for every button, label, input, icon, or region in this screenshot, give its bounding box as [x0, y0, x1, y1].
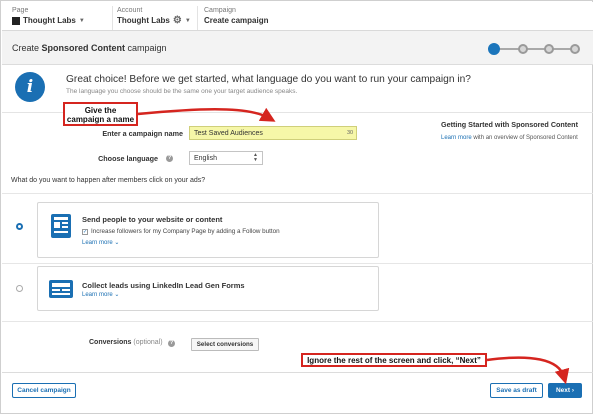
cancel-campaign-button[interactable]: Cancel campaign: [12, 383, 76, 398]
progress-step-1: [488, 43, 500, 55]
breadcrumb-campaign: Campaign Create campaign: [197, 6, 277, 30]
follow-checkbox-label: Increase followers for my Company Page b…: [91, 228, 280, 235]
sidebar-learn-more-link[interactable]: Learn more: [441, 135, 472, 141]
website-icon: [51, 214, 71, 238]
chevron-down-icon: ▼: [78, 18, 85, 24]
campaign-name-label: Enter a campaign name: [102, 129, 183, 138]
character-count: 30: [347, 130, 354, 136]
divider: [2, 321, 593, 322]
option-leadgen-learn-more[interactable]: Learn more ⌄: [82, 291, 119, 298]
option-leadgen-radio[interactable]: [16, 285, 23, 292]
banner-subtext: The language you choose should be the sa…: [66, 88, 298, 95]
conversions-optional: (optional): [133, 339, 163, 346]
sidebar-link-suffix: with an overview of Sponsored Content: [471, 135, 578, 141]
sidebar-text: Learn more with an overview of Sponsored…: [441, 135, 578, 141]
breadcrumb-page[interactable]: Page Thought Labs ▼: [12, 6, 102, 30]
page-header: Create Sponsored Content campaign: [2, 31, 593, 65]
next-hint-callout: Ignore the rest of the screen and click,…: [301, 353, 487, 367]
page-title-bold: Sponsored Content: [41, 43, 126, 53]
language-banner: i Great choice! Before we get started, w…: [2, 66, 593, 106]
sidebar-heading: Getting Started with Sponsored Content: [441, 120, 578, 129]
page-title-prefix: Create: [12, 43, 42, 53]
info-icon: i: [15, 72, 45, 102]
name-hint-callout: Give the campaign a name: [63, 102, 138, 126]
next-button-label: Next: [555, 387, 571, 394]
arrow-to-name-input: [137, 107, 276, 122]
lead-form-icon: [49, 280, 73, 298]
page-title: Create Sponsored Content campaign: [12, 43, 167, 53]
chevron-down-icon: ▼: [184, 18, 191, 24]
learn-more-text: Learn more: [82, 240, 113, 246]
help-icon[interactable]: ?: [166, 155, 173, 162]
company-logo-icon: [12, 17, 20, 25]
select-arrows-icon: ▲ ▼: [253, 152, 258, 163]
option-leadgen-title: Collect leads using LinkedIn Lead Gen Fo…: [82, 281, 245, 290]
breadcrumb-page-value: Thought Labs: [23, 16, 76, 25]
breadcrumb-account[interactable]: Account Thought Labs ⚙ ▼: [112, 6, 192, 30]
language-select[interactable]: English ▲ ▼: [189, 151, 263, 165]
next-button[interactable]: Next ›: [548, 383, 582, 398]
progress-step-4: [570, 44, 580, 54]
gear-icon[interactable]: ⚙: [173, 16, 182, 26]
option-website-radio[interactable]: [16, 223, 23, 230]
progress-step-3: [544, 44, 554, 54]
option-website-card[interactable]: Send people to your website or content ✓…: [37, 202, 379, 258]
conversions-label: Conversions (optional): [89, 339, 163, 346]
chevron-down-icon: ⌄: [114, 292, 120, 298]
save-draft-button[interactable]: Save as draft: [490, 383, 543, 398]
select-conversions-button[interactable]: Select conversions: [191, 338, 259, 351]
language-select-value: English: [194, 155, 217, 162]
follow-checkbox[interactable]: ✓: [82, 228, 88, 235]
campaign-name-input[interactable]: Test Saved Audiences: [189, 126, 357, 140]
progress-line: [494, 48, 576, 50]
breadcrumb: Page Thought Labs ▼ Account Thought Labs…: [2, 2, 593, 31]
chevron-down-icon: ⌄: [114, 240, 120, 246]
campaign-manager-window: Page Thought Labs ▼ Account Thought Labs…: [0, 0, 593, 414]
conversions-label-text: Conversions: [89, 339, 132, 346]
breadcrumb-account-value: Thought Labs: [117, 16, 170, 25]
arrow-to-next-button: [486, 356, 570, 385]
breadcrumb-page-label: Page: [12, 7, 29, 14]
progress-step-2: [518, 44, 528, 54]
breadcrumb-campaign-label: Campaign: [204, 7, 236, 14]
option-website-learn-more[interactable]: Learn more ⌄: [82, 239, 119, 246]
divider: [2, 372, 593, 373]
option-website-title: Send people to your website or content: [82, 215, 223, 224]
breadcrumb-campaign-value: Create campaign: [204, 16, 269, 25]
progress-steps: [488, 43, 582, 55]
follow-button-option[interactable]: ✓ Increase followers for my Company Page…: [82, 228, 280, 235]
page-title-suffix: campaign: [125, 43, 167, 53]
language-label: Choose language: [98, 154, 158, 163]
divider: [2, 263, 593, 264]
learn-more-text: Learn more: [82, 292, 113, 298]
divider: [2, 193, 593, 194]
breadcrumb-account-label: Account: [117, 7, 143, 14]
banner-heading: Great choice! Before we get started, wha…: [66, 74, 471, 85]
help-icon[interactable]: ?: [168, 340, 175, 347]
objective-question: What do you want to happen after members…: [11, 177, 206, 184]
option-leadgen-card[interactable]: Collect leads using LinkedIn Lead Gen Fo…: [37, 266, 379, 311]
